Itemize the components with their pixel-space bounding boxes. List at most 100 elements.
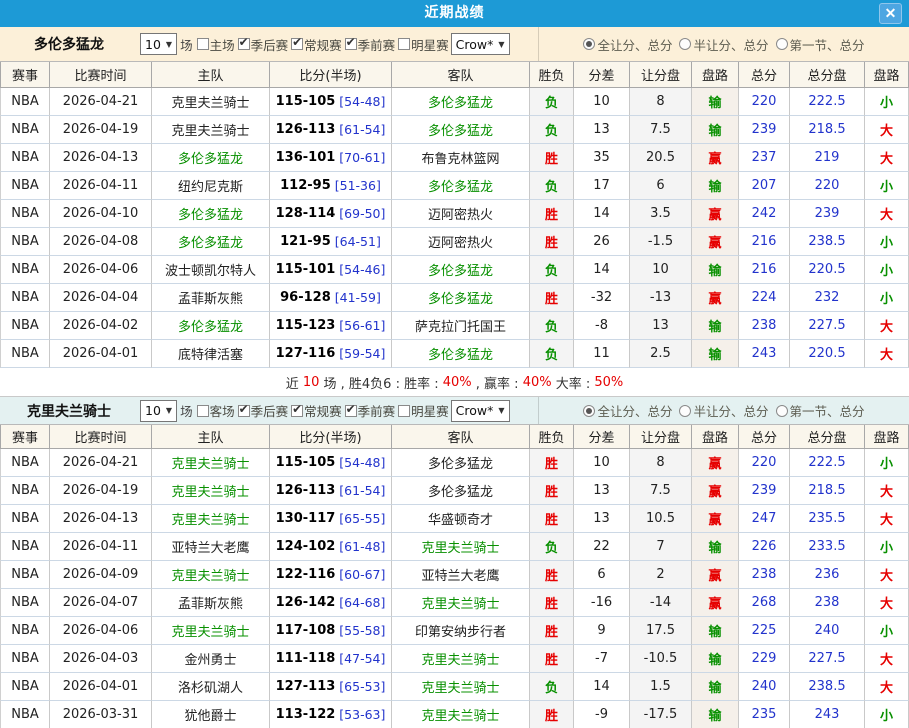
filter-radio[interactable]: 半让分、总分 xyxy=(679,35,769,54)
table-row: NBA 2026-04-13 多伦多猛龙 136-101 [70-61] 布鲁克林篮网胜 3… xyxy=(0,144,909,172)
column-header: 盘路 xyxy=(865,425,909,449)
radio-circle xyxy=(775,404,788,417)
filter-checkbox[interactable]: ✔ 常规赛 xyxy=(291,401,342,420)
diff-cell: 11 xyxy=(574,340,630,368)
handicap-cell: 6 xyxy=(630,172,692,200)
half-score: [54-48] xyxy=(339,455,386,470)
away-team-cell: 克里夫兰骑士 xyxy=(392,673,530,701)
check-icon: ✔ xyxy=(292,401,303,416)
checkbox-box xyxy=(398,404,411,417)
radio-label: 全让分、总分 xyxy=(597,37,673,53)
close-button[interactable]: ✕ xyxy=(879,3,902,24)
total-cell: 239 xyxy=(739,116,790,144)
date-cell: 2026-04-06 xyxy=(50,617,152,645)
half-score: [60-67] xyxy=(339,567,386,582)
handicap-cell: -1.5 xyxy=(630,228,692,256)
final-score: 96-128 xyxy=(280,290,331,305)
radio-dot xyxy=(586,41,593,47)
column-header: 比赛时间 xyxy=(50,62,152,88)
column-header: 主队 xyxy=(152,425,270,449)
date-cell: 2026-04-04 xyxy=(50,284,152,312)
final-score: 115-101 xyxy=(275,262,336,277)
filter-radio[interactable]: 半让分、总分 xyxy=(679,401,769,420)
away-team-cell: 多伦多猛龙 xyxy=(392,88,530,116)
half-score: [65-53] xyxy=(339,679,386,694)
column-header: 主队 xyxy=(152,62,270,88)
ou-result-cell: 大 xyxy=(865,144,909,172)
away-team-cell: 克里夫兰骑士 xyxy=(392,701,530,728)
home-team-cell: 犹他爵士 xyxy=(152,701,270,728)
table-row: NBA 2026-04-21 克里夫兰骑士 115-105 [54-48] 多伦多猛龙负 1… xyxy=(0,88,909,116)
table-row: NBA 2026-04-19 克里夫兰骑士 126-113 [61-54] 多伦多猛龙胜 1… xyxy=(0,477,909,505)
result-cell: 胜 xyxy=(530,645,574,673)
filter-checkbox[interactable]: ✔ 常规赛 xyxy=(291,35,342,54)
filter-checkbox[interactable]: ✔ 季前赛 xyxy=(344,35,395,54)
league-cell: NBA xyxy=(0,701,50,728)
radio-label: 半让分、总分 xyxy=(693,37,769,53)
league-cell: NBA xyxy=(0,533,50,561)
filter-checkbox[interactable]: 明星赛 xyxy=(398,35,449,54)
filter-checkbox[interactable]: ✔ 季后赛 xyxy=(237,401,289,420)
filter-radio[interactable]: 第一节、总分 xyxy=(775,401,865,420)
chevron-down-icon: ▼ xyxy=(498,406,505,415)
table-header-row: 赛事 比赛时间 主队 比分(半场) 客队 胜负 分差 让分盘 盘路 总分 总分盘 盘路 xyxy=(0,425,909,449)
radio-circle xyxy=(583,38,596,50)
half-score: [70-61] xyxy=(339,150,386,165)
filter-checkbox[interactable]: 客场 xyxy=(196,401,235,420)
away-team-cell: 迈阿密热火 xyxy=(392,200,530,228)
total-line-cell: 220 xyxy=(790,172,865,200)
away-team-cell: 多伦多猛龙 xyxy=(392,449,530,477)
filter-radio[interactable]: 全让分、总分 xyxy=(583,35,672,54)
radio-circle xyxy=(775,38,788,50)
games-count-select[interactable]: 10 ▼ xyxy=(140,33,178,55)
total-line-cell: 239 xyxy=(790,200,865,228)
handicap-cell: 2 xyxy=(630,561,692,589)
score-cell: 126-142 [64-68] xyxy=(270,589,392,617)
filter-checkbox[interactable]: ✔ 季前赛 xyxy=(344,401,395,420)
league-cell: NBA xyxy=(0,617,50,645)
filter-radio[interactable]: 全让分、总分 xyxy=(583,401,672,420)
total-cell: 225 xyxy=(739,617,790,645)
result-cell: 胜 xyxy=(530,589,574,617)
score-cell: 96-128 [41-59] xyxy=(270,284,392,312)
games-count-select[interactable]: 10 ▼ xyxy=(140,399,178,422)
filter-checkbox[interactable]: ✔ 季后赛 xyxy=(237,35,288,54)
date-cell: 2026-04-09 xyxy=(50,561,152,589)
home-team-cell: 多伦多猛龙 xyxy=(152,312,270,340)
home-team-cell: 波士顿凯尔特人 xyxy=(152,256,270,284)
handicap-result-cell: 输 xyxy=(692,533,739,561)
home-team-cell: 克里夫兰骑士 xyxy=(152,505,270,533)
team-filter-select[interactable]: Crow* ▼ xyxy=(450,33,510,55)
column-header: 总分 xyxy=(739,62,790,88)
handicap-result-cell: 输 xyxy=(692,312,739,340)
handicap-result-cell: 赢 xyxy=(692,144,739,172)
date-cell: 2026-04-13 xyxy=(50,144,152,172)
games-count-value: 10 xyxy=(145,403,161,418)
league-cell: NBA xyxy=(0,228,50,256)
final-score: 128-114 xyxy=(275,206,336,221)
home-team-cell: 洛杉矶湖人 xyxy=(152,673,270,701)
score-cell: 115-105 [54-48] xyxy=(270,88,392,116)
result-cell: 胜 xyxy=(530,228,574,256)
total-cell: 240 xyxy=(739,673,790,701)
team-filter-select[interactable]: Crow* ▼ xyxy=(450,399,510,422)
table-row: NBA 2026-04-11 纽约尼克斯 112-95 [51-36] 多伦多猛龙负 17 6… xyxy=(0,172,909,200)
filter-checkbox[interactable]: 主场 xyxy=(196,35,235,54)
ou-result-cell: 小 xyxy=(865,533,909,561)
diff-cell: 6 xyxy=(574,561,630,589)
away-team-cell: 多伦多猛龙 xyxy=(392,477,530,505)
filter-checkbox[interactable]: 明星赛 xyxy=(398,401,449,420)
score-cell: 122-116 [60-67] xyxy=(270,561,392,589)
chevron-down-icon: ▼ xyxy=(498,39,505,49)
filter-left: 克里夫兰骑士 10 ▼ 场 客场 ✔ 季后赛 ✔ 常规赛 ✔ 季前赛 明星赛 Crow* ▼ xyxy=(0,397,538,424)
column-header: 客队 xyxy=(392,425,530,449)
chevron-down-icon: ▼ xyxy=(165,39,173,49)
total-line-cell: 220.5 xyxy=(790,340,865,368)
handicap-result-cell: 赢 xyxy=(692,477,739,505)
filter-radio[interactable]: 第一节、总分 xyxy=(775,35,865,54)
date-cell: 2026-04-03 xyxy=(50,645,152,673)
checkbox-label: 季后赛 xyxy=(250,404,289,419)
home-team-cell: 纽约尼克斯 xyxy=(152,172,270,200)
handicap-cell: 7.5 xyxy=(630,116,692,144)
league-cell: NBA xyxy=(0,200,50,228)
